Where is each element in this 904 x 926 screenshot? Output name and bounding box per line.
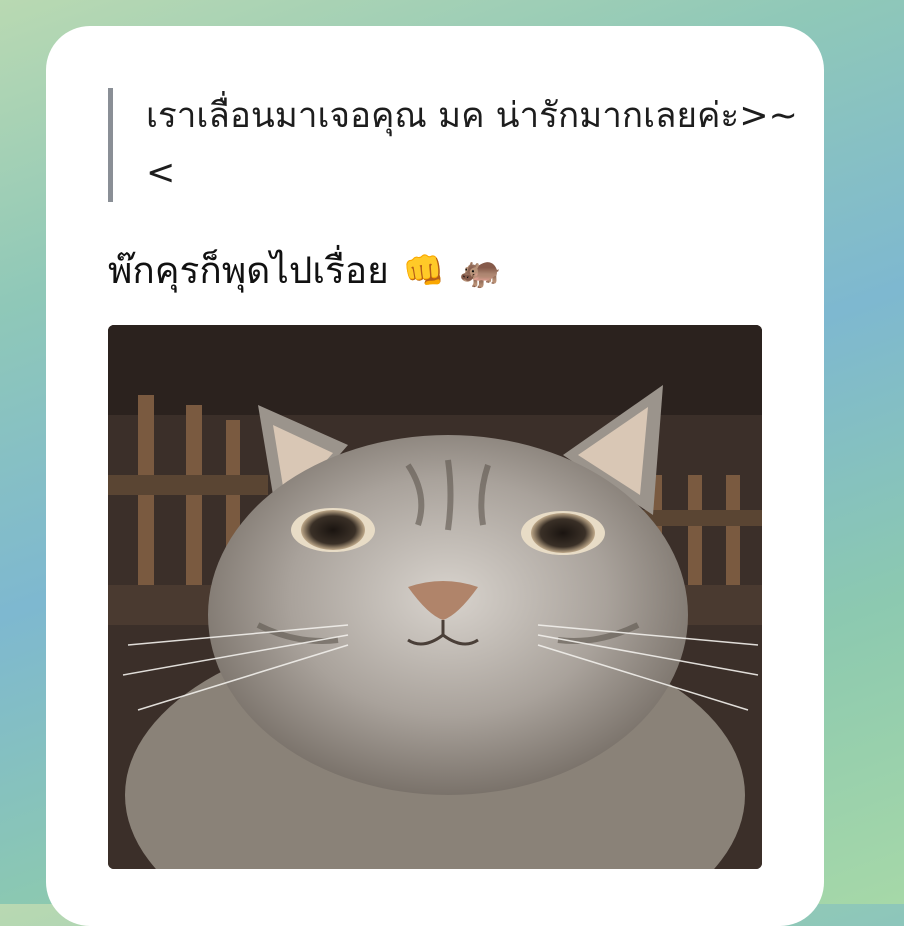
hippo-emoji-icon: 🦛 (459, 251, 502, 291)
message-bubble[interactable]: เราเลื่อนมาเจอคุณ มค น่ารักมากเลยค่ะ>~< … (46, 26, 824, 926)
message-text: พ๊กคุรก็พุดไปเรื่อย (108, 249, 389, 292)
attached-cat-photo[interactable] (108, 325, 762, 869)
message-text-row: พ๊กคุรก็พุดไปเรื่อย 👊 🦛 (108, 246, 784, 296)
cat-photo-icon (108, 325, 762, 869)
reply-quote[interactable]: เราเลื่อนมาเจอคุณ มค น่ารักมากเลยค่ะ>~< (108, 88, 806, 202)
reply-quote-text: เราเลื่อนมาเจอคุณ มค น่ารักมากเลยค่ะ>~< (146, 96, 798, 193)
fist-emoji-icon: 👊 (402, 251, 446, 291)
